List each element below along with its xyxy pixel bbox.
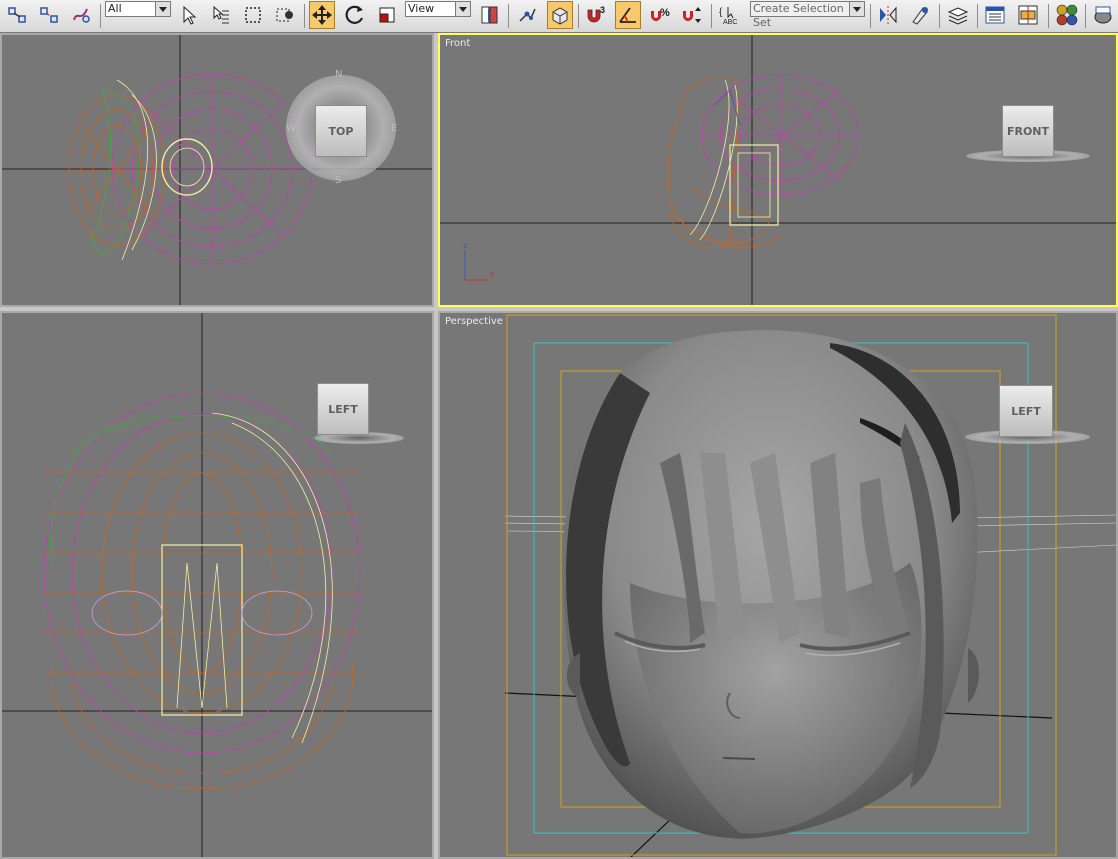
- curve-editor-button[interactable]: [1015, 1, 1041, 29]
- teapot-render-icon: [1094, 6, 1112, 24]
- named-selection-icon: {ABC: [719, 7, 737, 26]
- window-crossing-button[interactable]: [272, 1, 298, 29]
- viewport-front[interactable]: Front z x FRONT: [438, 33, 1118, 307]
- unlink-icon: [40, 7, 58, 23]
- cursor-arrow-icon: [183, 5, 197, 25]
- move-arrows-icon: [312, 5, 332, 25]
- angle-snap-icon: [619, 7, 636, 23]
- select-by-name-icon: [213, 5, 229, 24]
- front-view-wireframe: z x: [440, 35, 1116, 305]
- reference-coordinate-system-dropdown[interactable]: View: [405, 1, 471, 17]
- viewcube-left[interactable]: LEFT: [317, 383, 369, 435]
- use-pivot-point-center-button[interactable]: [476, 1, 502, 29]
- spinner-snap-icon: [683, 7, 701, 23]
- select-object-button[interactable]: [176, 1, 202, 29]
- compass-east-label: E: [391, 123, 398, 134]
- viewcube-perspective[interactable]: LEFT: [999, 385, 1053, 437]
- layers-icon: [947, 7, 969, 25]
- named-selection-sets-dropdown[interactable]: Create Selection Set: [750, 1, 865, 29]
- graphite-modeling-tools-button[interactable]: [982, 1, 1008, 29]
- main-toolbar: All View 3 % {ABC Create Selection Set: [0, 0, 1118, 33]
- unlink-selection-button[interactable]: [36, 1, 62, 29]
- chevron-down-icon: [155, 2, 170, 16]
- scale-icon: [379, 7, 395, 23]
- compass-north-label: N: [335, 69, 343, 80]
- selection-filter-value: All: [108, 2, 122, 15]
- compass-west-label: W: [286, 123, 296, 134]
- align-button[interactable]: [907, 1, 933, 29]
- svg-text:{: {: [719, 7, 723, 18]
- angle-snap-toggle-button[interactable]: [615, 1, 641, 29]
- axis-x-label: x: [490, 269, 495, 279]
- curve-editor-icon: [1018, 5, 1038, 25]
- bind-to-space-warp-button[interactable]: [68, 1, 94, 29]
- named-selection-value: Create Selection Set: [753, 2, 844, 29]
- viewcube-face-label: LEFT: [328, 402, 358, 416]
- select-by-name-button[interactable]: [208, 1, 234, 29]
- svg-text:3: 3: [600, 5, 605, 15]
- mirror-button[interactable]: [875, 1, 901, 29]
- viewcube-front[interactable]: FRONT: [1002, 105, 1054, 157]
- compass-south-label: S: [335, 175, 342, 186]
- viewport-perspective[interactable]: Perspective LEFT: [438, 311, 1118, 859]
- select-and-link-button[interactable]: [4, 1, 30, 29]
- percent-snap-icon: %: [651, 7, 670, 21]
- pivot-center-icon: [481, 6, 498, 24]
- viewcube-face-label: TOP: [328, 124, 354, 138]
- chevron-down-icon: [849, 2, 864, 16]
- align-icon: [912, 7, 928, 25]
- ribbon-panel-icon: [985, 6, 1005, 24]
- magnet-3d-snap-icon: 3: [587, 5, 605, 23]
- spinner-snap-toggle-button[interactable]: [679, 1, 705, 29]
- rectangular-selection-region-button[interactable]: [240, 1, 266, 29]
- window-crossing-icon: [276, 8, 293, 22]
- coord-system-value: View: [408, 2, 435, 15]
- selection-filter-dropdown[interactable]: All: [105, 1, 171, 17]
- viewport-top[interactable]: N S E W TOP: [0, 33, 434, 307]
- rotate-icon: [345, 5, 364, 24]
- render-setup-button[interactable]: [1090, 1, 1116, 29]
- viewport-left[interactable]: LEFT: [0, 311, 434, 859]
- svg-text:ABC: ABC: [723, 19, 737, 26]
- viewcube-top[interactable]: TOP: [315, 105, 367, 157]
- axis-z-label: z: [463, 240, 468, 250]
- viewcube-face-label: FRONT: [1006, 124, 1050, 138]
- svg-text:%: %: [660, 7, 670, 19]
- keyboard-shortcut-override-button[interactable]: [547, 1, 573, 29]
- manipulate-icon: [519, 8, 536, 22]
- viewcube-face-label: LEFT: [1011, 404, 1041, 418]
- space-warp-icon: [73, 8, 90, 23]
- material-editor-button[interactable]: [1054, 1, 1080, 29]
- edit-named-selection-sets-button[interactable]: {ABC: [717, 1, 743, 29]
- layer-manager-button[interactable]: [945, 1, 971, 29]
- percent-snap-toggle-button[interactable]: %: [647, 1, 673, 29]
- material-spheres-icon: [1056, 4, 1078, 26]
- select-and-move-button[interactable]: [309, 1, 335, 29]
- chevron-down-icon: [455, 2, 470, 16]
- box-keyboard-icon: [552, 7, 568, 25]
- link-icon: [8, 7, 26, 23]
- selection-rectangle-icon: [245, 7, 261, 23]
- select-and-scale-button[interactable]: [374, 1, 400, 29]
- select-and-manipulate-button[interactable]: [514, 1, 540, 29]
- mirror-icon: [880, 6, 897, 24]
- select-and-rotate-button[interactable]: [342, 1, 368, 29]
- snaps-toggle-button[interactable]: 3: [583, 1, 609, 29]
